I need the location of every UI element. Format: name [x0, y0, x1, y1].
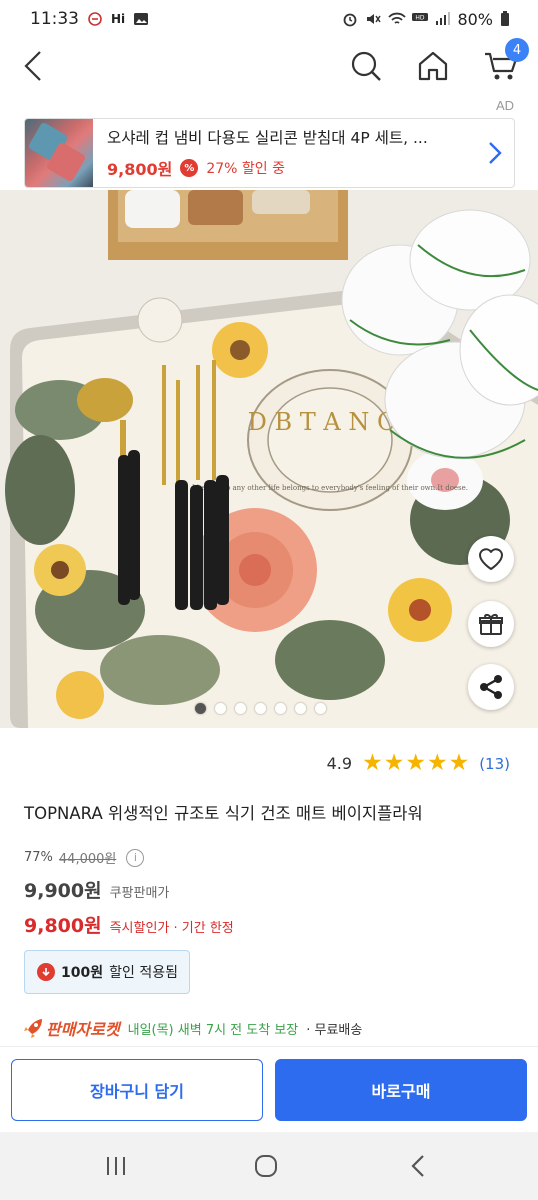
top-nav: 4: [0, 38, 538, 96]
star-icon: ★: [405, 750, 426, 776]
back-chevron-icon: [411, 1155, 424, 1177]
divider: [0, 1046, 538, 1047]
review-count[interactable]: (13): [479, 755, 510, 773]
sale-label: 즉시할인가 · 기간 한정: [109, 921, 234, 936]
home-circle-icon: [255, 1155, 277, 1177]
alarm-icon: [342, 11, 358, 27]
ad-price: 9,800원: [107, 160, 173, 179]
original-price-row: 77% 44,000원 i: [24, 848, 145, 867]
star-icon: ★: [426, 750, 448, 776]
ad-text: 오샤레 컵 냄비 다용도 실리콘 받침대 4P 세트, ... 9,800원 %…: [107, 126, 514, 180]
rating-row[interactable]: 4.9 ★ ★ ★ ★ ★ (13): [327, 752, 510, 775]
arrow-down-icon: [37, 963, 55, 981]
gift-button[interactable]: [468, 601, 514, 647]
discount-applied-label: 할인 적용됨: [109, 965, 178, 981]
discount-amount: 100원: [61, 965, 104, 981]
gift-icon: [479, 614, 503, 635]
ad-thumbnail: [25, 119, 93, 187]
ad-price-row: 9,800원 % 27% 할인 중: [107, 156, 514, 180]
carousel-dot[interactable]: [195, 703, 206, 714]
delivery-row: 판매자로켓 내일(목) 새벽 7시 전 도착 보장 · 무료배송: [22, 1016, 362, 1040]
signal-icon: [434, 11, 451, 27]
back-nav-button[interactable]: [400, 1152, 436, 1180]
hi-label: Hi: [111, 12, 126, 26]
cart-nav-button[interactable]: 4: [479, 38, 529, 88]
ad-label: AD: [495, 98, 514, 113]
gallery-icon: [133, 11, 149, 27]
discount-applied-chip: 100원 할인 적용됨: [24, 950, 190, 994]
sale-price-row: 9,800원 즉시할인가 · 기간 한정: [24, 911, 234, 938]
recent-apps-icon: [107, 1157, 125, 1175]
star-icon: ★: [383, 750, 405, 776]
sale-price: 9,800원: [24, 915, 102, 937]
chevron-right-icon: [488, 141, 502, 169]
hd-voice-icon: HD: [411, 11, 429, 27]
add-to-cart-button[interactable]: 장바구니 담기: [11, 1059, 263, 1121]
ad-title: 오샤레 컵 냄비 다용도 실리콘 받침대 4P 세트, ...: [107, 129, 428, 147]
carousel-dot[interactable]: [215, 703, 226, 714]
status-time: 11:33: [30, 9, 79, 29]
mute-icon: [365, 11, 382, 27]
wifi-icon: [388, 11, 407, 27]
product-image[interactable]: D B T A N C I I belong to any other life…: [0, 190, 538, 728]
recent-apps-button[interactable]: [98, 1152, 134, 1180]
home-button[interactable]: [411, 44, 455, 88]
discount-rate: 77%: [24, 850, 53, 865]
share-icon: [480, 675, 502, 699]
battery-text: 80%: [457, 9, 493, 29]
star-icon: ★: [362, 750, 383, 776]
back-arrow-icon: [24, 51, 41, 81]
original-price: 44,000원: [58, 852, 117, 867]
ad-banner[interactable]: 오샤레 컵 냄비 다용도 실리콘 받침대 4P 세트, ... 9,800원 %…: [24, 118, 515, 188]
status-right: HD 80%: [342, 10, 516, 29]
share-button[interactable]: [468, 664, 514, 710]
svg-text:HD: HD: [416, 15, 426, 22]
product-photo: D B T A N C I I belong to any other life…: [0, 190, 538, 728]
discount-percent-icon: %: [180, 159, 199, 177]
rating-value: 4.9: [326, 754, 353, 773]
status-bar: 11:33 Hi HD 80%: [0, 0, 538, 38]
rocket-icon: [24, 1019, 42, 1038]
rating-stars: ★ ★ ★ ★ ★: [362, 752, 469, 775]
status-left: 11:33 Hi: [30, 9, 149, 29]
ad-discount: 27% 할인 중: [206, 161, 286, 177]
buy-now-button[interactable]: 바로구매: [275, 1059, 527, 1121]
wishlist-button[interactable]: [468, 536, 514, 582]
product-title: TOPNARA 위생적인 규조토 식기 건조 매트 베이지플라워: [24, 804, 423, 823]
delivery-date: 내일(목) 새벽 7시 전 도착 보장: [127, 1022, 299, 1038]
home-icon: [418, 51, 448, 81]
search-button[interactable]: [344, 44, 388, 88]
coupang-price-label: 쿠팡판매가: [109, 886, 170, 901]
cart-count-badge: 4: [505, 38, 529, 62]
notification-icon: [87, 11, 103, 27]
carousel-dot[interactable]: [275, 703, 286, 714]
price-row: 9,900원 쿠팡판매가: [24, 876, 169, 903]
android-nav-bar: [0, 1132, 538, 1200]
search-icon: [351, 51, 381, 81]
carousel-dot[interactable]: [315, 703, 326, 714]
brand-ring-text: I belong to any other life belongs to ev…: [192, 484, 468, 492]
carousel-dot[interactable]: [235, 703, 246, 714]
back-button[interactable]: [12, 44, 56, 88]
carousel-dots: [195, 703, 326, 714]
heart-icon: [479, 548, 503, 570]
free-shipping: · 무료배송: [306, 1022, 363, 1038]
home-nav-button[interactable]: [248, 1152, 284, 1180]
carousel-dot[interactable]: [255, 703, 266, 714]
carousel-dot[interactable]: [295, 703, 306, 714]
coupang-price: 9,900원: [24, 880, 102, 902]
info-icon[interactable]: i: [126, 848, 145, 867]
star-icon: ★: [448, 750, 470, 776]
seller-rocket-label: 판매자로켓: [46, 1020, 120, 1039]
battery-icon: [500, 11, 516, 27]
seller-rocket-badge: 판매자로켓: [22, 1016, 120, 1040]
